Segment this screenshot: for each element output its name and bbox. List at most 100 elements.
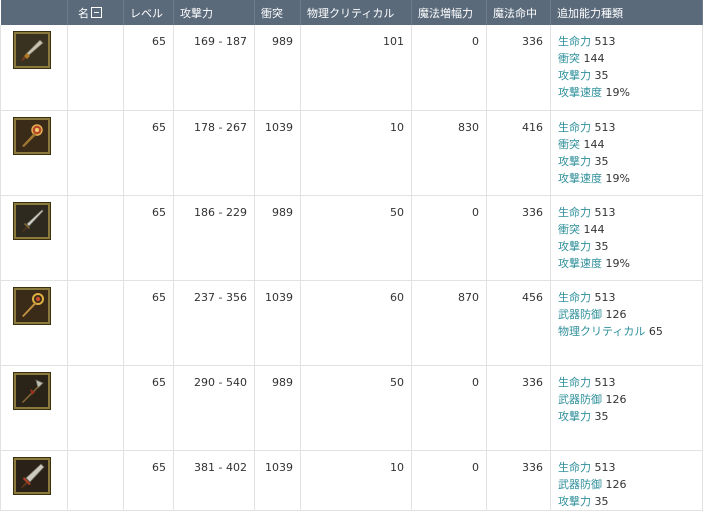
- item-physical-critical: 10: [300, 110, 412, 196]
- item-physical-critical: 101: [300, 25, 412, 111]
- item-level: 65: [123, 195, 174, 281]
- item-impact: 989: [254, 195, 301, 281]
- table-row[interactable]: 65 169 - 187 989 101 0 336 生命力 513 衝突 144 攻撃力 35…: [0, 25, 703, 111]
- item-magic-hit: 456: [486, 280, 551, 366]
- item-physical-critical: 10: [300, 450, 412, 511]
- dagger-icon[interactable]: [14, 32, 50, 68]
- bonus-stat: 武器防御 126: [558, 476, 695, 493]
- bonus-stat: 生命力 513: [558, 459, 695, 476]
- header-magic-hit[interactable]: 魔法命中: [486, 0, 551, 25]
- item-name[interactable]: [67, 195, 124, 281]
- bonus-stat: 生命力 513: [558, 33, 695, 50]
- bonus-stat: 生命力 513: [558, 289, 695, 306]
- bonus-stat-label: 攻撃速度: [558, 171, 602, 185]
- staff-icon[interactable]: [14, 287, 50, 324]
- item-magic-hit: 336: [486, 450, 551, 511]
- item-icon-cell[interactable]: [0, 25, 68, 111]
- item-name[interactable]: [67, 450, 124, 511]
- item-icon-cell[interactable]: [0, 280, 68, 366]
- mace-icon[interactable]: [14, 117, 50, 154]
- item-attack: 169 - 187: [173, 25, 255, 111]
- bonus-stat-label: 攻撃力: [558, 239, 591, 253]
- item-attack: 290 - 540: [173, 365, 255, 451]
- item-icon-cell[interactable]: [0, 450, 68, 511]
- bonus-stat-label: 生命力: [558, 375, 591, 389]
- bonus-stat: 攻撃力 35: [558, 493, 695, 510]
- table-row[interactable]: 65 381 - 402 1039 10 0 336 生命力 513 武器防御 126 攻撃力 …: [0, 450, 703, 511]
- bonus-stat-label: 攻撃力: [558, 409, 591, 423]
- bonus-stat: 衝突 144: [558, 136, 695, 153]
- bonus-stat-value: 513: [594, 35, 616, 48]
- bonus-stat: 物理クリティカル 65: [558, 323, 695, 340]
- greatsword-icon[interactable]: [14, 457, 50, 494]
- bonus-stat: 生命力 513: [558, 204, 695, 221]
- polearm-icon[interactable]: [14, 372, 50, 409]
- bonus-stat-label: 衝突: [558, 222, 580, 236]
- table-row[interactable]: 65 178 - 267 1039 10 830 416 生命力 513 衝突 144 攻撃力 …: [0, 110, 703, 196]
- bonus-stat-value: 19%: [605, 256, 630, 270]
- header-level[interactable]: レベル: [123, 0, 174, 25]
- item-level: 65: [123, 110, 174, 196]
- item-impact: 1039: [254, 280, 301, 366]
- bonus-stat: 衝突 144: [558, 221, 695, 238]
- bonus-stat: 衝突 144: [558, 50, 695, 67]
- item-impact: 989: [254, 365, 301, 451]
- bonus-stat-label: 攻撃速度: [558, 256, 602, 270]
- bonus-stat-value: 19%: [605, 86, 630, 99]
- bonus-stat-value: 513: [594, 460, 616, 474]
- bonus-stat-label: 生命力: [558, 35, 591, 48]
- bonus-stat-value: 35: [594, 69, 609, 82]
- bonus-stat-label: 攻撃力: [558, 69, 591, 82]
- bonus-stat: 攻撃力 35: [558, 408, 695, 425]
- item-magic-amp: 0: [411, 365, 487, 451]
- header-name[interactable]: 名: [67, 0, 124, 25]
- bonus-stat-label: 生命力: [558, 460, 591, 474]
- item-magic-amp: 0: [411, 450, 487, 511]
- item-attack: 178 - 267: [173, 110, 255, 196]
- item-level: 65: [123, 25, 174, 111]
- table-row[interactable]: 65 237 - 356 1039 60 870 456 生命力 513 武器防御 126 物理…: [0, 280, 703, 366]
- item-impact: 1039: [254, 450, 301, 511]
- bonus-stat-label: 武器防御: [558, 392, 602, 406]
- bonus-stat: 武器防御 126: [558, 391, 695, 408]
- sword-icon[interactable]: [14, 202, 50, 239]
- bonus-stat-label: 衝突: [558, 52, 580, 65]
- bonus-stat-value: 144: [583, 52, 605, 65]
- item-magic-amp: 870: [411, 280, 487, 366]
- bonus-stat-value: 35: [594, 494, 609, 508]
- item-bonus-list: 生命力 513 衝突 144 攻撃力 35 攻撃速度 19%: [550, 25, 703, 111]
- item-physical-critical: 50: [300, 365, 412, 451]
- item-attack: 186 - 229: [173, 195, 255, 281]
- item-level: 65: [123, 365, 174, 451]
- item-name[interactable]: [67, 110, 124, 196]
- table-row[interactable]: 65 186 - 229 989 50 0 336 生命力 513 衝突 144 攻撃力 35 攻…: [0, 195, 703, 281]
- bonus-stat-value: 513: [594, 120, 616, 134]
- item-impact: 1039: [254, 110, 301, 196]
- item-icon-cell[interactable]: [0, 195, 68, 281]
- item-bonus-list: 生命力 513 衝突 144 攻撃力 35 攻撃速度 19%: [550, 110, 703, 196]
- item-icon-cell[interactable]: [0, 110, 68, 196]
- item-name[interactable]: [67, 365, 124, 451]
- header-impact[interactable]: 衝突: [254, 0, 301, 25]
- header-magic-amp[interactable]: 魔法増幅力: [411, 0, 487, 25]
- bonus-stat-label: 攻撃速度: [558, 86, 602, 99]
- bonus-stat-value: 513: [594, 375, 616, 389]
- header-attack[interactable]: 攻撃力: [173, 0, 255, 25]
- item-physical-critical: 60: [300, 280, 412, 366]
- item-name[interactable]: [67, 280, 124, 366]
- header-physical-critical[interactable]: 物理クリティカル: [300, 0, 412, 25]
- bonus-stat-value: 513: [594, 205, 616, 219]
- collapse-toggle-icon[interactable]: [91, 7, 102, 18]
- item-table: 名 レベル 攻撃力 衝突 物理クリティカル 魔法増幅力 魔法命中 追加能力種類 …: [0, 0, 703, 511]
- table-row[interactable]: 65 290 - 540 989 50 0 336 生命力 513 武器防御 126 攻撃力 3…: [0, 365, 703, 451]
- bonus-stat-label: 物理クリティカル: [558, 324, 646, 338]
- bonus-stat: 武器防御 126: [558, 306, 695, 323]
- bonus-stat-value: 513: [594, 290, 616, 304]
- item-name[interactable]: [67, 25, 124, 111]
- item-icon-cell[interactable]: [0, 365, 68, 451]
- bonus-stat: 攻撃速度 19%: [558, 84, 695, 101]
- item-magic-amp: 0: [411, 195, 487, 281]
- header-bonus[interactable]: 追加能力種類: [550, 0, 703, 25]
- bonus-stat-label: 武器防御: [558, 307, 602, 321]
- bonus-stat-value: 35: [594, 409, 609, 423]
